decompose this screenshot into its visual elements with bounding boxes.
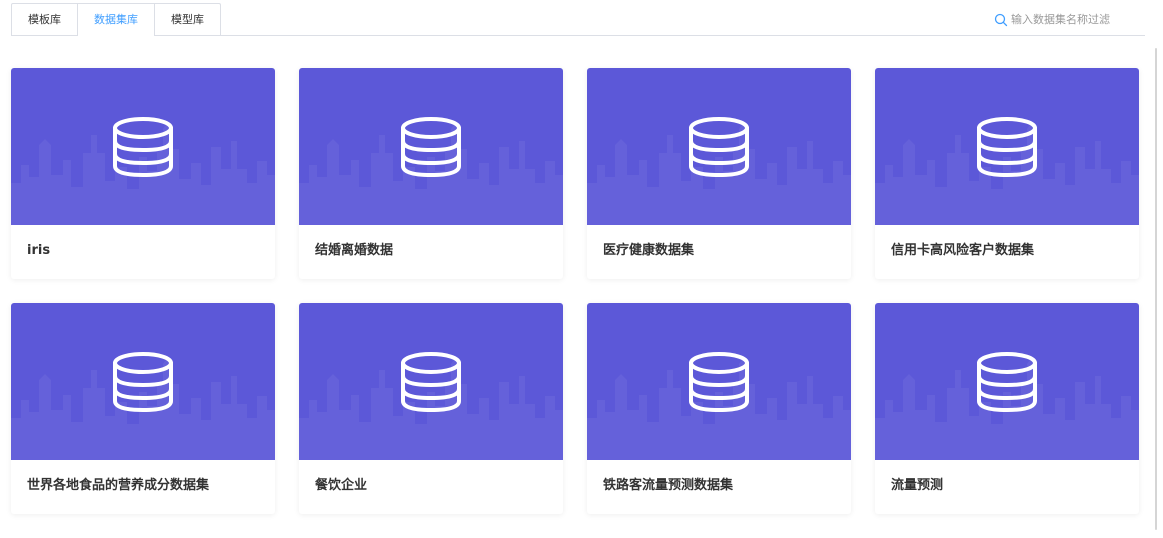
dataset-title[interactable]: 结婚离婚数据 <box>299 225 563 279</box>
card-banner <box>11 303 275 460</box>
tabs: 模板库 数据集库 模型库 <box>11 3 221 36</box>
card-banner <box>875 68 1139 225</box>
card-banner <box>11 68 275 225</box>
dataset-title[interactable]: 信用卡高风险客户数据集 <box>875 225 1139 279</box>
search-icon[interactable] <box>994 12 1008 27</box>
search-input[interactable] <box>1011 12 1121 26</box>
search-box <box>994 10 1121 28</box>
dataset-card[interactable]: 结婚离婚数据 <box>299 68 563 279</box>
dataset-title[interactable]: 流量预测 <box>875 460 1139 514</box>
tab-bar: 模板库 数据集库 模型库 <box>11 3 1145 36</box>
dataset-title[interactable]: 餐饮企业 <box>299 460 563 514</box>
dataset-card[interactable]: 医疗健康数据集 <box>587 68 851 279</box>
dataset-card[interactable]: 信用卡高风险客户数据集 <box>875 68 1139 279</box>
tab-model-library[interactable]: 模型库 <box>154 3 221 35</box>
database-icon <box>977 352 1037 413</box>
dataset-card[interactable]: iris <box>11 68 275 279</box>
card-banner <box>299 303 563 460</box>
dataset-title[interactable]: iris <box>11 225 275 279</box>
dataset-card[interactable]: 餐饮企业 <box>299 303 563 514</box>
database-icon <box>113 117 173 178</box>
dataset-card[interactable]: 铁路客流量预测数据集 <box>587 303 851 514</box>
card-banner <box>299 68 563 225</box>
card-banner <box>875 303 1139 460</box>
dataset-title[interactable]: 世界各地食品的营养成分数据集 <box>11 460 275 514</box>
tab-template-library[interactable]: 模板库 <box>11 3 78 35</box>
dataset-title[interactable]: 铁路客流量预测数据集 <box>587 460 851 514</box>
tab-dataset-library[interactable]: 数据集库 <box>77 3 155 36</box>
dataset-title[interactable]: 医疗健康数据集 <box>587 225 851 279</box>
card-banner <box>587 303 851 460</box>
database-icon <box>113 352 173 413</box>
database-icon <box>689 117 749 178</box>
dataset-card[interactable]: 流量预测 <box>875 303 1139 514</box>
database-icon <box>401 352 461 413</box>
database-icon <box>977 117 1037 178</box>
database-icon <box>401 117 461 178</box>
database-icon <box>689 352 749 413</box>
card-banner <box>587 68 851 225</box>
dataset-grid: iris 结婚离婚数据 医疗健康数据集 信用卡高风险客户数据集 世界各地食品的营… <box>11 68 1139 514</box>
scrollbar[interactable] <box>1155 48 1157 530</box>
dataset-card[interactable]: 世界各地食品的营养成分数据集 <box>11 303 275 514</box>
